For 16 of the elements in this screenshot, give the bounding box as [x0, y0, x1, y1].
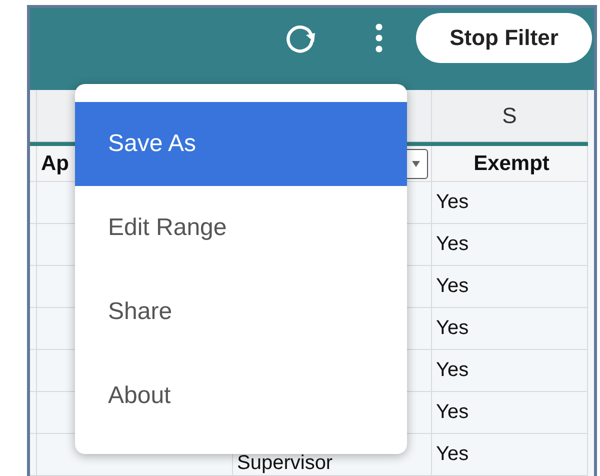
table-cell: Yes	[432, 266, 588, 308]
table-cell: Yes	[432, 224, 588, 266]
more-icon[interactable]	[374, 21, 384, 55]
table-cell: Yes	[432, 182, 588, 224]
stop-filter-button[interactable]: Stop Filter	[416, 13, 592, 63]
header-cell: Exempt	[432, 146, 588, 182]
menu-item[interactable]: Save As	[75, 102, 407, 186]
table-cell: Yes	[432, 350, 588, 392]
header-cell	[30, 146, 37, 182]
table-cell: Yes	[432, 434, 588, 476]
table-cell: Yes	[432, 308, 588, 350]
menu-item[interactable]: Share	[75, 270, 407, 354]
column-letter-cell: S	[432, 90, 588, 142]
caret-icon	[412, 160, 420, 166]
table-cell: Yes	[432, 392, 588, 434]
menu-item[interactable]: Edit Range	[75, 186, 407, 270]
